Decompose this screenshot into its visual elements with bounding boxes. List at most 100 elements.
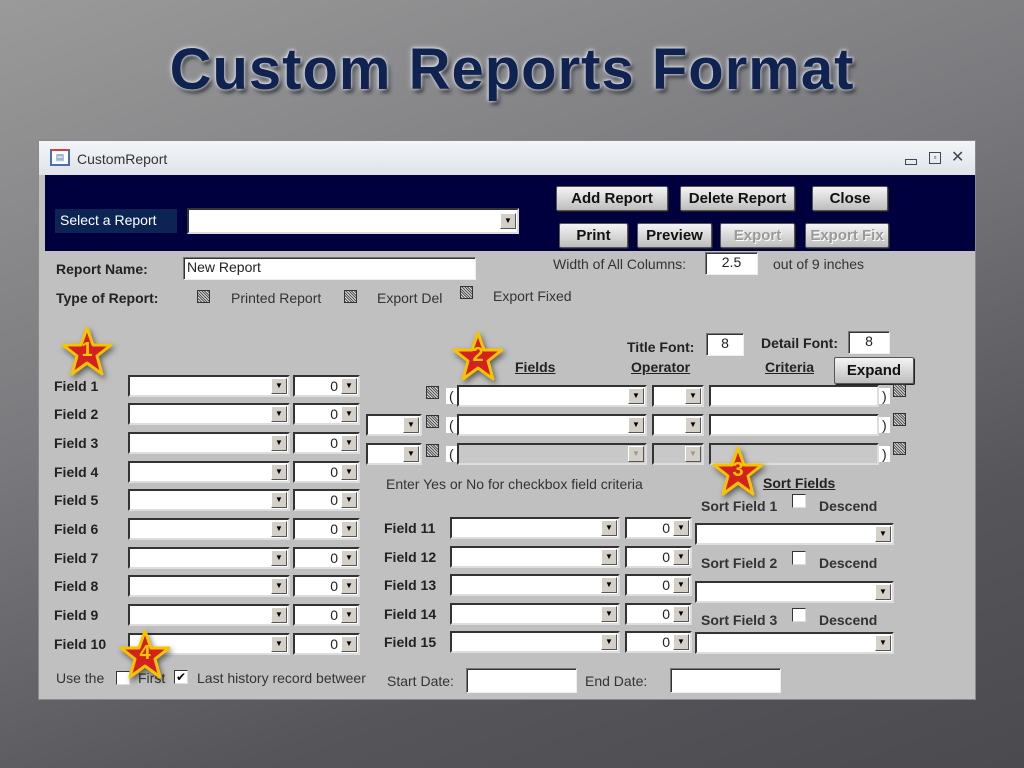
field-width-select[interactable]: 0 ▼ — [293, 633, 360, 655]
field-width-select[interactable]: 0 ▼ — [625, 574, 692, 596]
criteria-operator-select[interactable]: ▼ — [652, 443, 704, 465]
criteria-field-select[interactable]: ▼ — [457, 385, 647, 407]
descend-checkbox[interactable] — [792, 608, 806, 622]
chevron-down-icon[interactable]: ▼ — [403, 446, 419, 462]
title-font-input[interactable]: 8 — [706, 333, 744, 356]
chevron-down-icon[interactable]: ▼ — [341, 492, 357, 508]
chevron-down-icon[interactable]: ▼ — [875, 584, 891, 600]
export-del-option[interactable] — [344, 290, 357, 303]
chevron-down-icon[interactable]: ▼ — [271, 492, 287, 508]
chevron-down-icon[interactable]: ▼ — [601, 549, 617, 565]
group-toggle[interactable] — [426, 386, 439, 399]
field-width-select[interactable]: 0 ▼ — [293, 518, 360, 540]
chevron-down-icon[interactable]: ▼ — [601, 606, 617, 622]
chevron-down-icon[interactable]: ▼ — [341, 636, 357, 652]
chevron-down-icon[interactable]: ▼ — [601, 634, 617, 650]
end-date-input[interactable] — [670, 668, 781, 693]
chevron-down-icon[interactable]: ▼ — [271, 464, 287, 480]
chevron-down-icon[interactable]: ▼ — [628, 417, 644, 433]
chevron-down-icon[interactable]: ▼ — [875, 526, 891, 542]
start-date-input[interactable] — [466, 668, 577, 693]
chevron-down-icon[interactable]: ▼ — [271, 378, 287, 394]
chevron-down-icon[interactable]: ▼ — [341, 378, 357, 394]
field-width-select[interactable]: 0 ▼ — [625, 631, 692, 653]
chevron-down-icon[interactable]: ▼ — [341, 435, 357, 451]
chevron-down-icon[interactable]: ▼ — [628, 388, 644, 404]
chevron-down-icon[interactable]: ▼ — [628, 446, 644, 462]
field-select[interactable]: ▼ — [450, 517, 620, 539]
criteria-operator-select[interactable]: ▼ — [652, 414, 704, 436]
field-width-select[interactable]: 0 ▼ — [293, 604, 360, 626]
chevron-down-icon[interactable]: ▼ — [341, 406, 357, 422]
report-name-input[interactable]: New Report — [183, 257, 476, 280]
preview-button[interactable]: Preview — [637, 223, 712, 248]
chevron-down-icon[interactable]: ▼ — [500, 213, 516, 229]
group-toggle[interactable] — [426, 444, 439, 457]
field-select[interactable]: ▼ — [450, 631, 620, 653]
chevron-down-icon[interactable]: ▼ — [601, 520, 617, 536]
chevron-down-icon[interactable]: ▼ — [341, 607, 357, 623]
sort-field-select[interactable]: ▼ — [695, 523, 894, 545]
field-width-select[interactable]: 0 ▼ — [625, 546, 692, 568]
criteria-value-input[interactable] — [709, 414, 879, 436]
criteria-field-select[interactable]: ▼ — [457, 443, 647, 465]
chevron-down-icon[interactable]: ▼ — [673, 606, 689, 622]
descend-checkbox[interactable] — [792, 551, 806, 565]
export-fix-button[interactable]: Export Fix — [805, 223, 889, 248]
group-toggle[interactable] — [893, 413, 906, 426]
field-select[interactable]: ▼ — [128, 375, 290, 397]
criteria-value-input[interactable] — [709, 385, 879, 407]
select-report-combo[interactable]: ▼ — [187, 208, 519, 234]
field-select[interactable]: ▼ — [128, 547, 290, 569]
field-width-select[interactable]: 0 ▼ — [293, 432, 360, 454]
field-width-select[interactable]: 0 ▼ — [625, 603, 692, 625]
field-select[interactable]: ▼ — [128, 461, 290, 483]
add-report-button[interactable]: Add Report — [556, 186, 668, 211]
close-button[interactable]: Close — [812, 186, 888, 211]
chevron-down-icon[interactable]: ▼ — [673, 577, 689, 593]
field-select[interactable]: ▼ — [128, 604, 290, 626]
field-width-select[interactable]: 0 ▼ — [293, 375, 360, 397]
field-select[interactable]: ▼ — [450, 574, 620, 596]
field-width-select[interactable]: 0 ▼ — [625, 517, 692, 539]
expand-button[interactable]: Expand — [834, 357, 914, 384]
chevron-down-icon[interactable]: ▼ — [673, 549, 689, 565]
field-width-select[interactable]: 0 ▼ — [293, 547, 360, 569]
field-width-select[interactable]: 0 ▼ — [293, 403, 360, 425]
minimize-icon[interactable] — [905, 159, 917, 165]
chevron-down-icon[interactable]: ▼ — [685, 446, 701, 462]
field-width-select[interactable]: 0 ▼ — [293, 575, 360, 597]
chevron-down-icon[interactable]: ▼ — [685, 388, 701, 404]
width-input[interactable]: 2.5 — [705, 252, 758, 275]
chevron-down-icon[interactable]: ▼ — [271, 607, 287, 623]
field-width-select[interactable]: 0 ▼ — [293, 489, 360, 511]
field-width-select[interactable]: 0 ▼ — [293, 461, 360, 483]
chevron-down-icon[interactable]: ▼ — [341, 550, 357, 566]
chevron-down-icon[interactable]: ▼ — [601, 577, 617, 593]
chevron-down-icon[interactable]: ▼ — [875, 635, 891, 651]
descend-checkbox[interactable] — [792, 494, 806, 508]
chevron-down-icon[interactable]: ▼ — [673, 520, 689, 536]
chevron-down-icon[interactable]: ▼ — [271, 550, 287, 566]
sort-field-select[interactable]: ▼ — [695, 632, 894, 654]
last-checkbox[interactable]: ✔ — [174, 670, 188, 684]
chevron-down-icon[interactable]: ▼ — [341, 464, 357, 480]
chevron-down-icon[interactable]: ▼ — [271, 521, 287, 537]
group-toggle[interactable] — [893, 442, 906, 455]
chevron-down-icon[interactable]: ▼ — [271, 435, 287, 451]
delete-report-button[interactable]: Delete Report — [680, 186, 795, 211]
field-select[interactable]: ▼ — [128, 489, 290, 511]
criteria-operator-select[interactable]: ▼ — [652, 385, 704, 407]
chevron-down-icon[interactable]: ▼ — [685, 417, 701, 433]
field-select[interactable]: ▼ — [450, 546, 620, 568]
print-button[interactable]: Print — [559, 223, 628, 248]
field-select[interactable]: ▼ — [128, 432, 290, 454]
field-select[interactable]: ▼ — [450, 603, 620, 625]
field-select[interactable]: ▼ — [128, 575, 290, 597]
close-icon[interactable]: ✕ — [951, 147, 964, 167]
logic-operator-select[interactable]: ▼ — [366, 443, 422, 465]
printed-report-option[interactable] — [197, 290, 210, 303]
export-fixed-option[interactable] — [460, 286, 473, 299]
field-select[interactable]: ▼ — [128, 403, 290, 425]
chevron-down-icon[interactable]: ▼ — [341, 521, 357, 537]
